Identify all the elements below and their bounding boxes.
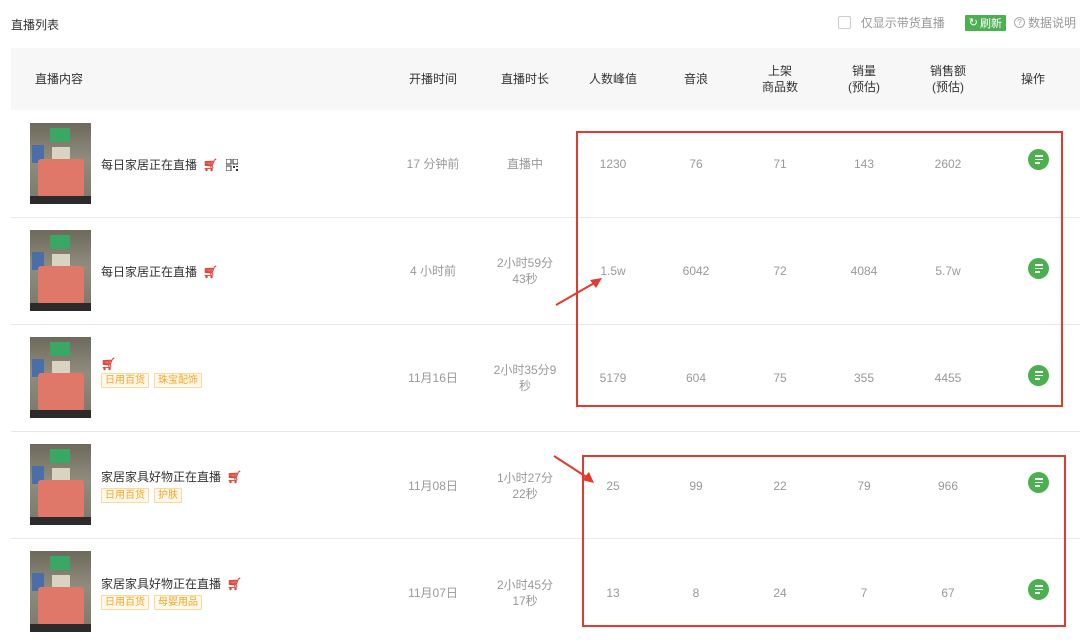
category-tag: 日用百货 (101, 488, 149, 503)
col-sound-wave[interactable]: 音浪 (654, 48, 738, 110)
refresh-icon: ↻ (968, 16, 978, 29)
category-tags: 日用百货 护肤 (101, 488, 242, 503)
category-tags: 日用百货 珠宝配饰 (101, 373, 207, 388)
data-help-link[interactable]: ? 数据说明 (1013, 14, 1076, 31)
live-title-block: 每日家居正在直播 🛒︎ (101, 263, 218, 280)
qr-code-icon[interactable] (226, 158, 239, 171)
col-start-time[interactable]: 开播时间 (391, 48, 475, 110)
live-title-block: 每日家居正在直播 🛒︎ (101, 156, 239, 173)
category-tag: 日用百货 (101, 595, 149, 610)
start-time-cell: 4 小时前 (409, 264, 456, 278)
category-tag: 日用百货 (101, 373, 149, 388)
category-tag: 珠宝配饰 (154, 373, 202, 388)
duration-cell: 2小时35分9 秒 (493, 363, 557, 393)
live-thumbnail[interactable] (30, 123, 91, 204)
col-content: 直播内容 (35, 72, 84, 86)
cart-icon: 🛒︎ (203, 157, 219, 172)
start-time-cell: 17 分钟前 (406, 157, 460, 171)
cart-icon: 🛒︎ (203, 264, 219, 279)
help-label: 数据说明 (1027, 16, 1076, 30)
help-circle-icon: ? (1013, 17, 1025, 28)
live-thumbnail[interactable] (30, 444, 91, 525)
top-bar: 直播列表 仅显示带货直播 ↻ 刷新 ? 数据说明 (0, 0, 1080, 46)
col-ops: 操作 (1020, 72, 1045, 86)
live-title[interactable]: 家居家具好物正在直播 (101, 468, 221, 485)
live-title[interactable]: 每日家居正在直播 (101, 156, 197, 173)
col-duration[interactable]: 直播时长 (483, 48, 567, 110)
toolbar: 仅显示带货直播 ↻ 刷新 ? 数据说明 (837, 14, 1076, 31)
col-products[interactable]: 上架 商品数 (738, 48, 822, 110)
live-title[interactable]: 家居家具好物正在直播 (101, 575, 221, 592)
live-thumbnail[interactable] (30, 230, 91, 311)
live-title-block: 家居家具好物正在直播 🛒︎ 日用百货 护肤 (101, 468, 242, 503)
start-time-cell: 11月08日 (408, 479, 458, 493)
live-title-block: 家居家具好物正在直播 🛒︎ 日用百货 母婴用品 (101, 575, 242, 610)
live-title[interactable]: 每日家居正在直播 (101, 263, 197, 280)
cart-icon: 🛒︎ (227, 469, 243, 484)
table-header: 直播内容 开播时间 直播时长 人数峰值 音浪 上架 商品数 销量 (预估) 销售… (11, 48, 1080, 110)
category-tag: 母婴用品 (154, 595, 202, 610)
annotation-arrow-icon (555, 278, 602, 306)
category-tag: 护肤 (154, 488, 182, 503)
live-thumbnail[interactable] (30, 337, 91, 418)
live-title-block: 🛒︎ 日用百货 珠宝配饰 (101, 358, 207, 388)
refresh-label: 刷新 (979, 17, 1002, 30)
col-sales[interactable]: 销量 (预估) (822, 48, 906, 110)
duration-cell: 2小时45分 17秒 (496, 578, 554, 608)
page-title: 直播列表 (11, 18, 60, 32)
refresh-button[interactable]: ↻ 刷新 (964, 14, 1006, 31)
start-time-cell: 11月07日 (408, 586, 458, 600)
start-time-cell: 11月16日 (408, 371, 458, 385)
col-peak-viewers[interactable]: 人数峰值 (571, 48, 655, 110)
highlight-box-top (576, 131, 1063, 407)
cart-icon: 🛒︎ (227, 576, 243, 591)
only-goods-label[interactable]: 仅显示带货直播 (861, 14, 945, 31)
duration-cell: 直播中 (506, 157, 543, 171)
only-goods-checkbox[interactable] (837, 16, 851, 29)
annotation-arrow-icon (553, 455, 594, 483)
highlight-box-bottom (582, 455, 1066, 627)
col-revenue[interactable]: 销售额 (预估) (906, 48, 990, 110)
cart-icon: 🛒︎ (101, 357, 117, 371)
live-thumbnail[interactable] (30, 551, 91, 632)
category-tags: 日用百货 母婴用品 (101, 595, 242, 610)
